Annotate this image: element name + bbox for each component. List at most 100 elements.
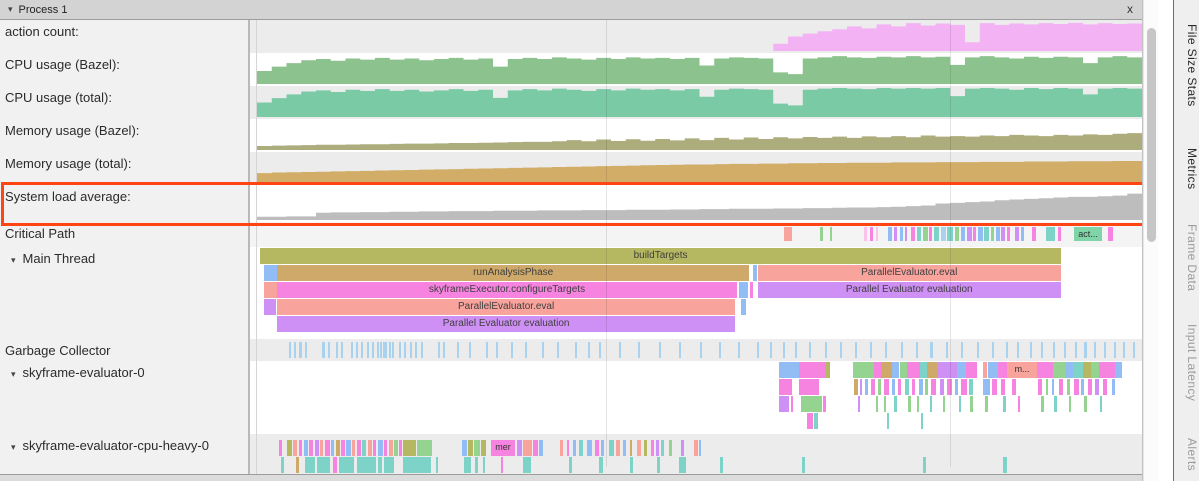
trace-event[interactable]	[322, 342, 324, 358]
trace-event[interactable]	[884, 396, 887, 412]
trace-event[interactable]	[823, 396, 827, 412]
trace-event[interactable]	[669, 440, 672, 456]
slice-bar[interactable]	[739, 282, 748, 298]
trace-event[interactable]	[801, 396, 821, 412]
skyframe-evaluator-0-track[interactable]: m...	[256, 361, 1142, 434]
trace-event[interactable]	[820, 227, 823, 241]
trace-event[interactable]	[346, 440, 350, 456]
trace-event[interactable]	[438, 342, 440, 358]
trace-event[interactable]	[991, 227, 995, 241]
trace-event[interactable]	[601, 440, 604, 456]
trace-event[interactable]	[1114, 342, 1116, 358]
trace-event[interactable]	[468, 440, 473, 456]
slice-bar[interactable]	[750, 282, 754, 298]
trace-event[interactable]	[907, 362, 919, 378]
trace-event[interactable]	[656, 440, 659, 456]
trace-event[interactable]	[905, 227, 908, 241]
trace-event[interactable]	[325, 440, 330, 456]
collapse-arrow-icon[interactable]: ▾	[11, 369, 16, 379]
tab-input-latency[interactable]: Input Latency	[1174, 324, 1199, 401]
trace-event[interactable]	[357, 440, 361, 456]
trace-event[interactable]	[315, 440, 319, 456]
trace-event[interactable]	[1059, 379, 1063, 395]
trace-event[interactable]	[436, 457, 439, 473]
trace-event[interactable]	[1021, 227, 1025, 241]
trace-event[interactable]	[947, 379, 951, 395]
trace-event[interactable]	[630, 457, 633, 473]
trace-event[interactable]	[871, 379, 875, 395]
trace-event[interactable]	[539, 440, 543, 456]
trace-event[interactable]	[356, 342, 358, 358]
trace-event[interactable]	[517, 440, 521, 456]
trace-event[interactable]	[694, 440, 698, 456]
trace-event[interactable]	[410, 342, 412, 358]
trace-event[interactable]	[946, 342, 948, 358]
trace-event-labeled[interactable]: act...	[1074, 227, 1102, 241]
trace-event[interactable]	[996, 227, 1000, 241]
trace-event[interactable]	[923, 457, 926, 473]
trace-event[interactable]	[385, 342, 387, 358]
trace-event[interactable]	[947, 227, 953, 241]
trace-event[interactable]	[700, 342, 702, 358]
trace-event[interactable]	[299, 440, 302, 456]
trace-event[interactable]	[719, 342, 721, 358]
trace-event[interactable]	[921, 413, 924, 429]
trace-event[interactable]	[384, 440, 388, 456]
trace-event[interactable]	[1046, 379, 1049, 395]
trace-event[interactable]	[961, 342, 963, 358]
trace-event[interactable]	[1094, 342, 1096, 358]
trace-event[interactable]	[876, 396, 878, 412]
trace-event[interactable]	[328, 342, 330, 358]
trace-event[interactable]	[961, 379, 966, 395]
trace-event[interactable]	[840, 342, 842, 358]
trace-event[interactable]	[1100, 396, 1103, 412]
trace-event[interactable]	[1053, 362, 1065, 378]
trace-event[interactable]	[501, 457, 503, 473]
trace-event[interactable]	[392, 342, 394, 358]
trace-event[interactable]	[523, 440, 533, 456]
cpu-total-chart[interactable]	[256, 86, 1142, 119]
trace-event[interactable]	[389, 440, 393, 456]
trace-event[interactable]	[294, 342, 296, 358]
trace-event[interactable]	[638, 342, 640, 358]
trace-event[interactable]	[681, 440, 685, 456]
trace-event[interactable]	[892, 362, 900, 378]
trace-event[interactable]	[955, 379, 958, 395]
trace-event[interactable]	[860, 379, 863, 395]
trace-event[interactable]	[885, 342, 887, 358]
trace-event[interactable]	[1091, 362, 1099, 378]
trace-event[interactable]	[569, 457, 572, 473]
trace-event[interactable]	[1084, 396, 1086, 412]
trace-event[interactable]	[331, 440, 334, 456]
trace-event[interactable]	[1030, 342, 1032, 358]
trace-event[interactable]	[908, 396, 911, 412]
trace-event[interactable]	[969, 379, 973, 395]
trace-event[interactable]	[679, 342, 681, 358]
vertical-scrollbar[interactable]	[1143, 0, 1158, 481]
trace-event[interactable]	[925, 379, 928, 395]
trace-event[interactable]	[287, 440, 291, 456]
trace-event[interactable]	[934, 227, 939, 241]
trace-event[interactable]	[336, 342, 338, 358]
slice-bar[interactable]: buildTargets	[260, 248, 1062, 264]
trace-event[interactable]	[309, 440, 313, 456]
trace-event[interactable]	[1088, 379, 1092, 395]
mem-bazel-chart[interactable]	[256, 119, 1142, 152]
trace-event[interactable]	[894, 396, 897, 412]
trace-event[interactable]	[957, 362, 966, 378]
trace-event[interactable]	[333, 457, 337, 473]
trace-event[interactable]	[279, 440, 282, 456]
trace-event[interactable]	[900, 362, 908, 378]
trace-event[interactable]	[1001, 227, 1005, 241]
trace-event[interactable]	[983, 379, 990, 395]
trace-event[interactable]	[1112, 379, 1116, 395]
trace-event[interactable]	[1104, 342, 1106, 358]
trace-event[interactable]	[1069, 396, 1072, 412]
trace-event[interactable]	[616, 440, 620, 456]
sys-load-chart[interactable]	[256, 185, 1142, 222]
trace-event[interactable]	[988, 362, 998, 378]
trace-event[interactable]	[579, 440, 583, 456]
trace-event[interactable]	[1018, 396, 1020, 412]
trace-event[interactable]	[659, 342, 661, 358]
trace-event[interactable]	[1115, 362, 1121, 378]
